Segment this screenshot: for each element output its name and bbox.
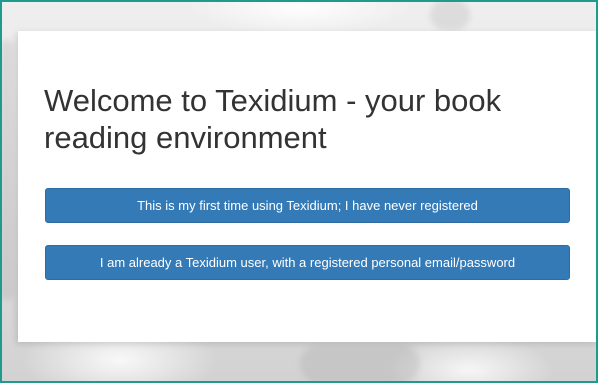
first-time-register-button[interactable]: This is my first time using Texidium; I … <box>45 188 570 223</box>
welcome-panel: Welcome to Texidium - your book reading … <box>18 31 598 342</box>
background-streak <box>300 345 420 383</box>
background-streak <box>0 40 14 300</box>
existing-user-login-button[interactable]: I am already a Texidium user, with a reg… <box>45 245 570 280</box>
page-title: Welcome to Texidium - your book reading … <box>44 83 502 155</box>
background-streak <box>430 0 470 30</box>
